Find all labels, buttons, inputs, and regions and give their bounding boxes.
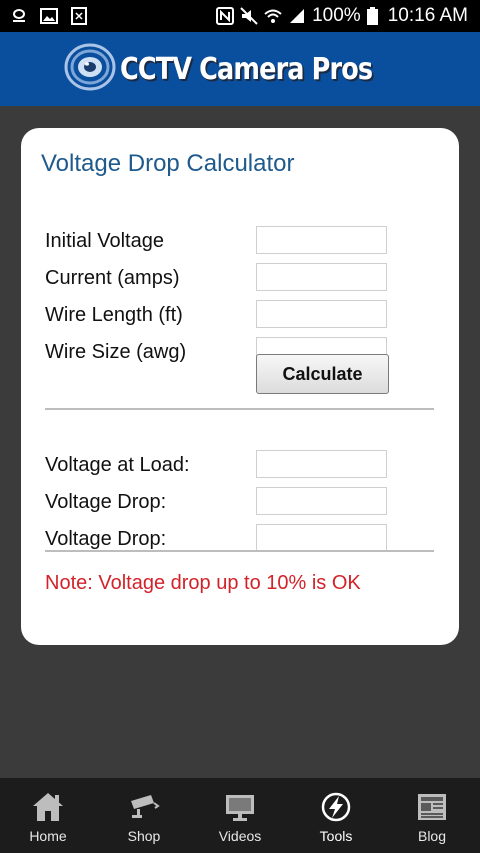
battery-percent: 100% — [312, 5, 361, 26]
nav-shop[interactable]: Shop — [96, 778, 192, 853]
screenshot-icon — [70, 7, 88, 25]
voltage-at-load-row: Voltage at Load: — [45, 450, 435, 480]
voltage-at-load-output — [256, 450, 387, 478]
logo: CCTV Camera Pros — [64, 41, 417, 98]
lightning-icon — [318, 790, 354, 824]
system-icons: 100% 10:16 AM — [216, 5, 468, 27]
divider-top — [45, 408, 434, 410]
wire-size-label: Wire Size (awg) — [45, 340, 187, 363]
nfc-icon — [216, 7, 235, 25]
battery-icon — [366, 7, 378, 25]
logo-text: CCTV Camera Pros — [119, 51, 373, 87]
nav-blog-label: Blog — [417, 828, 447, 844]
voltage-drop-row-1: Voltage Drop: — [45, 487, 435, 517]
current-input[interactable] — [256, 263, 387, 291]
clock: 10:16 AM — [387, 5, 468, 26]
nav-videos-label: Videos — [218, 828, 262, 844]
nav-tools[interactable]: Tools — [288, 778, 384, 853]
nav-blog[interactable]: Blog — [384, 778, 480, 853]
notification-icons — [10, 7, 88, 25]
voltage-note: Note: Voltage drop up to 10% is OK — [45, 572, 361, 594]
home-icon — [30, 790, 66, 824]
wire-length-label: Wire Length (ft) — [45, 303, 183, 326]
wifi-icon — [264, 7, 282, 25]
initial-voltage-input[interactable] — [256, 226, 387, 254]
notification-app-icon — [10, 7, 28, 25]
voltage-drop-label-1: Voltage Drop: — [45, 490, 167, 513]
status-bar: 100% 10:16 AM — [0, 0, 480, 32]
initial-voltage-row: Initial Voltage — [45, 226, 435, 256]
nav-home-label: Home — [29, 828, 67, 844]
divider-bottom — [45, 550, 434, 552]
security-camera-icon — [126, 790, 162, 824]
voltage-drop-output-2 — [256, 524, 387, 552]
bottom-nav: Home Shop Videos Tools Blog — [0, 778, 480, 853]
wire-length-row: Wire Length (ft) — [45, 300, 435, 330]
monitor-icon — [222, 790, 258, 824]
voltage-at-load-label: Voltage at Load: — [45, 453, 190, 476]
current-label: Current (amps) — [45, 266, 180, 289]
initial-voltage-label: Initial Voltage — [45, 229, 164, 252]
image-icon — [40, 7, 58, 25]
nav-videos[interactable]: Videos — [192, 778, 288, 853]
mute-icon — [240, 7, 258, 25]
calculate-button[interactable]: Calculate — [256, 354, 389, 394]
newspaper-icon — [414, 790, 450, 824]
main-content: Voltage Drop Calculator Initial Voltage … — [0, 106, 480, 778]
voltage-drop-output-1 — [256, 487, 387, 515]
wire-length-input[interactable] — [256, 300, 387, 328]
app-header: CCTV Camera Pros — [0, 32, 480, 106]
current-row: Current (amps) — [45, 263, 435, 293]
voltage-drop-label-2: Voltage Drop: — [45, 527, 167, 550]
nav-tools-label: Tools — [319, 828, 353, 844]
nav-shop-label: Shop — [127, 828, 161, 844]
nav-home[interactable]: Home — [0, 778, 96, 853]
signal-icon — [288, 7, 306, 25]
logo-lens-icon — [64, 41, 116, 98]
calculator-title: Voltage Drop Calculator — [41, 150, 295, 177]
calculator-card: Voltage Drop Calculator Initial Voltage … — [21, 128, 459, 645]
